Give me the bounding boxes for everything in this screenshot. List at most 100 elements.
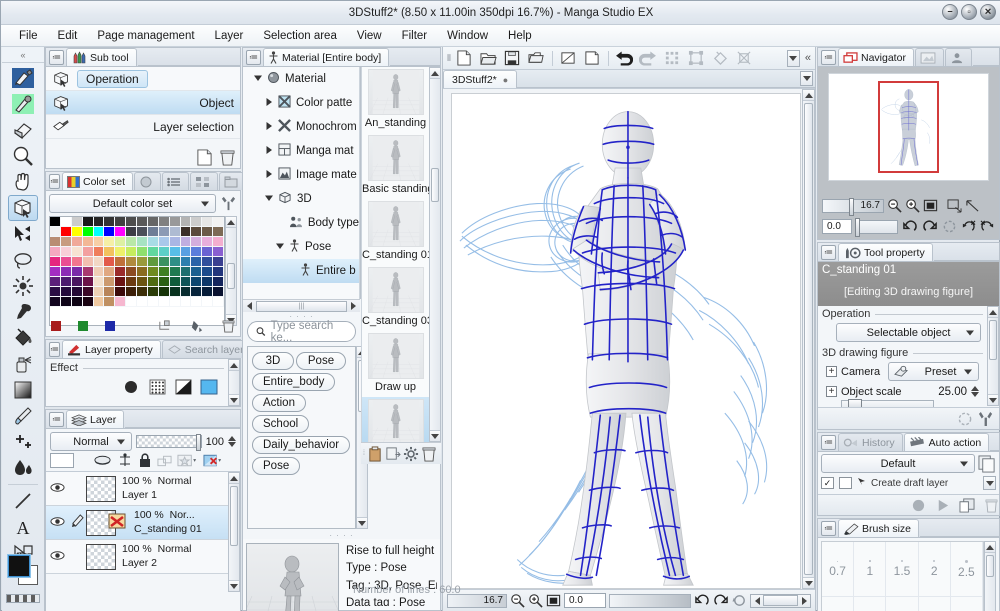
auto-action-set-dropdown[interactable]: Default [821, 454, 975, 473]
scroll-left-button[interactable] [751, 596, 763, 605]
color-swatch[interactable] [191, 257, 203, 267]
brush-size-cell[interactable]: 2.5 [950, 542, 983, 597]
color-swatch[interactable] [191, 287, 203, 297]
material-thumbnail-item[interactable]: Draw up [362, 331, 429, 397]
import-icon[interactable] [526, 49, 547, 68]
zoom-in-icon[interactable] [528, 593, 543, 608]
tab-tool-property[interactable]: Tool property [838, 243, 933, 261]
material-tree-hscrollbar[interactable]: ||| [243, 299, 360, 312]
material-thumbnail-item[interactable]: Basic standing [362, 133, 429, 199]
border-effect-icon[interactable] [120, 377, 142, 396]
canvas-scroll-area[interactable] [443, 89, 815, 589]
color-swatch[interactable] [158, 217, 170, 227]
color-swatch[interactable] [93, 277, 105, 287]
color-swatch[interactable] [104, 297, 116, 307]
material-thumbnail-scrollbar[interactable] [429, 67, 441, 442]
scroll-up-button[interactable] [803, 90, 814, 101]
material-thumbnail-item[interactable]: C_standing 03 [362, 265, 429, 331]
color-swatch[interactable] [50, 297, 61, 307]
color-swatch-grid[interactable] [50, 217, 224, 307]
brush-size-cell[interactable]: 7 [951, 597, 983, 611]
color-swatch[interactable] [71, 217, 83, 227]
rotate-left-icon[interactable] [694, 594, 710, 608]
fill-icon[interactable] [710, 49, 731, 68]
rotate-right-icon[interactable] [922, 219, 938, 234]
spray-tool[interactable] [8, 351, 38, 377]
tab-brush-size[interactable]: Brush size [838, 519, 920, 537]
color-swatch[interactable] [115, 277, 127, 287]
color-swatch[interactable] [180, 257, 192, 267]
chevron-right-icon[interactable] [265, 145, 273, 157]
color-swatch[interactable] [158, 237, 170, 247]
menu-file[interactable]: File [9, 28, 48, 44]
color-set-menu-button[interactable] [49, 174, 60, 189]
menu-edit[interactable]: Edit [48, 28, 88, 44]
color-swatch[interactable] [191, 247, 203, 257]
color-swatch[interactable] [126, 217, 137, 227]
layer-visibility-icon[interactable] [46, 550, 68, 564]
color-swatch[interactable] [202, 287, 214, 297]
menu-page-management[interactable]: Page management [87, 28, 204, 44]
decoration-tool[interactable] [8, 429, 38, 455]
rotate-right-icon[interactable] [713, 594, 729, 608]
scroll-down-button[interactable] [803, 577, 814, 588]
color-swatch[interactable] [104, 287, 116, 297]
rotate-left-icon[interactable] [902, 219, 918, 234]
color-swatch[interactable] [115, 247, 127, 257]
material-tag-button[interactable]: 3D [252, 352, 294, 370]
color-swatch[interactable] [115, 217, 127, 227]
tool-palette-header[interactable]: « [2, 47, 44, 63]
chevron-down-icon[interactable] [254, 73, 262, 85]
color-swatch[interactable] [147, 247, 159, 257]
action-dialog-checkbox[interactable] [839, 477, 852, 489]
color-swatch[interactable] [180, 237, 192, 247]
menu-filter[interactable]: Filter [392, 28, 438, 44]
subtool-item-layer-selection[interactable]: Layer selection [46, 115, 240, 139]
lock-transparent-pixels-icon[interactable] [157, 453, 172, 468]
color-swatch[interactable] [93, 247, 105, 257]
zoom-out-icon[interactable] [510, 593, 525, 608]
navigator-rotation-slider[interactable] [855, 217, 898, 237]
rotate-left-90-icon[interactable] [961, 219, 976, 234]
color-swatch[interactable] [191, 217, 203, 227]
color-swatch[interactable] [213, 267, 224, 277]
auto-select-tool[interactable] [8, 273, 38, 299]
color-swatch[interactable] [202, 267, 214, 277]
scroll-down-button[interactable] [229, 580, 239, 591]
color-swatch[interactable] [104, 247, 116, 257]
color-swatch[interactable] [169, 217, 181, 227]
color-swatch[interactable] [71, 237, 83, 247]
color-swatch[interactable] [115, 237, 127, 247]
color-swatch[interactable] [147, 217, 159, 227]
canvas-rotation-slider[interactable] [609, 593, 691, 608]
color-swatch[interactable] [202, 247, 214, 257]
tool-property-menu-button[interactable] [821, 245, 836, 260]
navigator-menu-button[interactable] [821, 50, 836, 65]
color-swatch[interactable] [147, 287, 159, 297]
canvas-vscrollbar[interactable] [802, 89, 815, 589]
material-tag-button[interactable]: School [252, 415, 310, 433]
material-tree-item[interactable]: Image mate [243, 163, 359, 187]
material-search[interactable]: Type search ke... [247, 320, 356, 344]
operation-tool[interactable] [8, 195, 38, 221]
tab-navigator[interactable]: Navigator [838, 48, 914, 66]
scroll-right-button[interactable] [798, 596, 810, 605]
apply-material-icon[interactable] [385, 446, 401, 462]
color-swatch[interactable] [137, 277, 148, 287]
layer-property-menu-button[interactable] [49, 342, 60, 357]
color-swatch[interactable] [191, 267, 203, 277]
color-swatch[interactable] [158, 297, 170, 307]
material-tree-item[interactable]: Manga mat [243, 139, 359, 163]
layer-menu-button[interactable] [49, 412, 64, 427]
color-swatch[interactable] [169, 227, 181, 237]
color-swatch[interactable] [50, 277, 61, 287]
color-swatch[interactable] [213, 247, 224, 257]
save-file-icon[interactable] [502, 49, 523, 68]
delete-action-icon[interactable] [984, 498, 999, 513]
layer-row[interactable]: 100 % Normal Layer 1 [46, 472, 228, 506]
menu-help[interactable]: Help [498, 28, 542, 44]
scroll-up-button[interactable] [988, 307, 998, 318]
material-tag-button[interactable]: Pose [252, 457, 301, 475]
material-tag-button[interactable]: Action [252, 394, 306, 412]
canvas-hscrollbar[interactable] [750, 593, 811, 608]
